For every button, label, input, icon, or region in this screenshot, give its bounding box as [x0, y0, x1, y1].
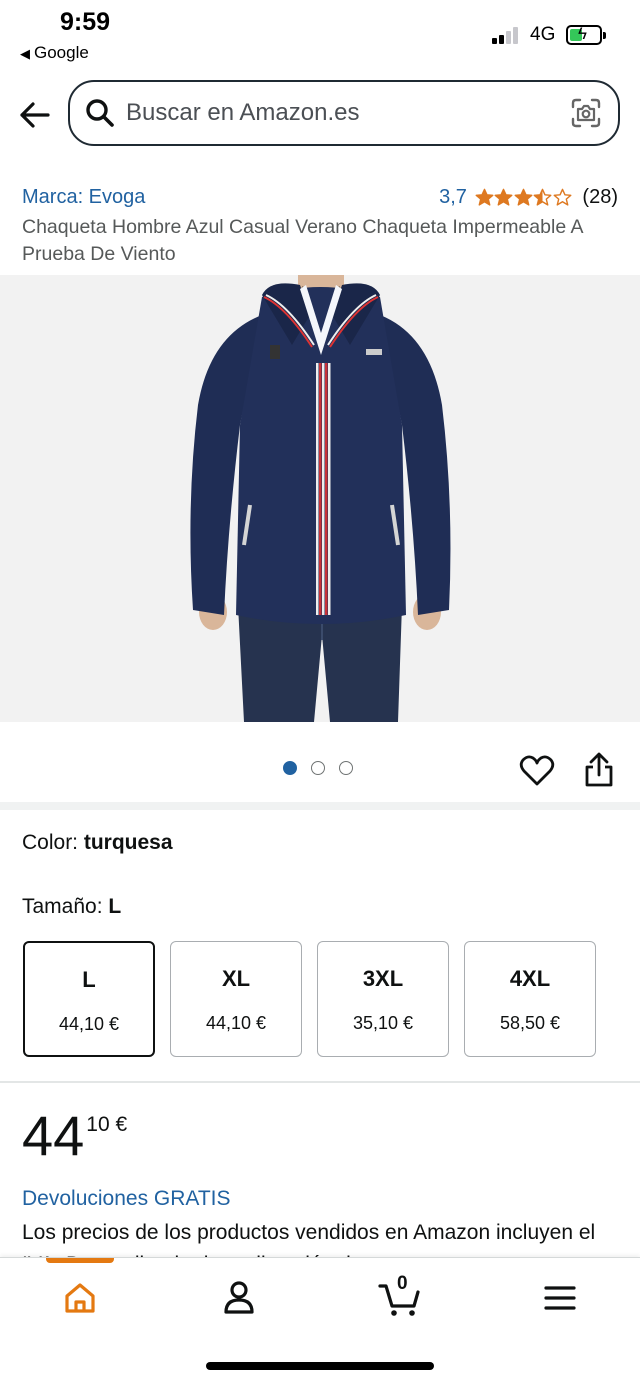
size-option-3xl[interactable]: 3XL 35,10 € [317, 941, 449, 1057]
size-option-4xl[interactable]: 4XL 58,50 € [464, 941, 596, 1057]
back-arrow-icon[interactable] [16, 96, 54, 134]
size-option-label: XL [221, 966, 251, 991]
size-options: L 44,10 € XL 44,10 € 3XL 35,10 € 4XL 58,… [23, 941, 596, 1057]
search-bar[interactable] [68, 80, 620, 146]
network-type: 4G [530, 24, 556, 45]
size-value: L [108, 895, 122, 918]
size-option-price: 44,10 € [205, 1013, 267, 1033]
image-carousel-dots[interactable] [283, 761, 353, 775]
size-selector-label: Tamaño: L [22, 895, 122, 918]
camera-search-icon[interactable] [570, 97, 602, 129]
cart-count: 0 [397, 1273, 408, 1294]
battery-icon: ϟ [566, 24, 606, 45]
section-divider [0, 802, 640, 810]
back-to-app-link[interactable]: ◀ Google [20, 43, 89, 63]
section-divider [0, 1081, 640, 1083]
price-whole: 44 [22, 1104, 85, 1167]
star-icon [514, 188, 533, 206]
size-option-l[interactable]: L 44,10 € [23, 941, 155, 1057]
product-image[interactable] [0, 275, 640, 722]
rating-count: (28) [582, 186, 618, 208]
jacket-image [190, 275, 451, 722]
size-option-xl[interactable]: XL 44,10 € [170, 941, 302, 1057]
star-icon [475, 188, 494, 206]
account-icon[interactable] [219, 1278, 259, 1318]
size-option-label: L [82, 967, 96, 992]
brand-link[interactable]: Marca: Evoga [22, 186, 145, 209]
signal-icon [492, 26, 522, 44]
wishlist-heart-icon[interactable] [519, 753, 555, 789]
back-app-label: Google [34, 43, 89, 62]
carousel-dot-3[interactable] [339, 761, 353, 775]
free-returns-link[interactable]: Devoluciones GRATIS [22, 1187, 231, 1211]
back-triangle-icon: ◀ [20, 46, 30, 61]
size-option-price: 58,50 € [499, 1013, 561, 1033]
rating-value: 3,7 [439, 186, 467, 208]
size-option-price: 35,10 € [352, 1013, 414, 1033]
search-icon[interactable] [84, 97, 116, 129]
share-icon[interactable] [582, 751, 616, 789]
active-tab-indicator [46, 1258, 114, 1263]
home-icon[interactable] [60, 1278, 100, 1318]
home-indicator[interactable] [206, 1362, 434, 1370]
size-option-price: 44,10 € [58, 1014, 120, 1034]
search-input[interactable] [126, 96, 546, 130]
price-fraction: 10 € [86, 1113, 128, 1136]
status-bar: 9:59 ◀ Google 4G ϟ [0, 0, 640, 70]
product-price: 44 10 € [22, 1104, 127, 1168]
menu-icon[interactable] [540, 1278, 580, 1318]
vat-notice: Los precios de los productos vendidos en… [22, 1221, 596, 1261]
carousel-dot-2[interactable] [311, 761, 325, 775]
carousel-dot-1[interactable] [283, 761, 297, 775]
status-time: 9:59 [60, 8, 111, 36]
star-icon [533, 188, 552, 206]
color-value: turquesa [83, 831, 173, 854]
size-option-label: 3XL [362, 966, 404, 991]
star-icon [553, 188, 572, 206]
color-selector-label: Color: turquesa [22, 831, 173, 854]
size-option-label: 4XL [509, 966, 551, 991]
star-icon [494, 188, 513, 206]
rating-link[interactable]: 3,7 (28) [439, 186, 618, 209]
rating-stars [475, 188, 573, 207]
product-title: Chaqueta Hombre Azul Casual Verano Chaqu… [22, 216, 583, 265]
